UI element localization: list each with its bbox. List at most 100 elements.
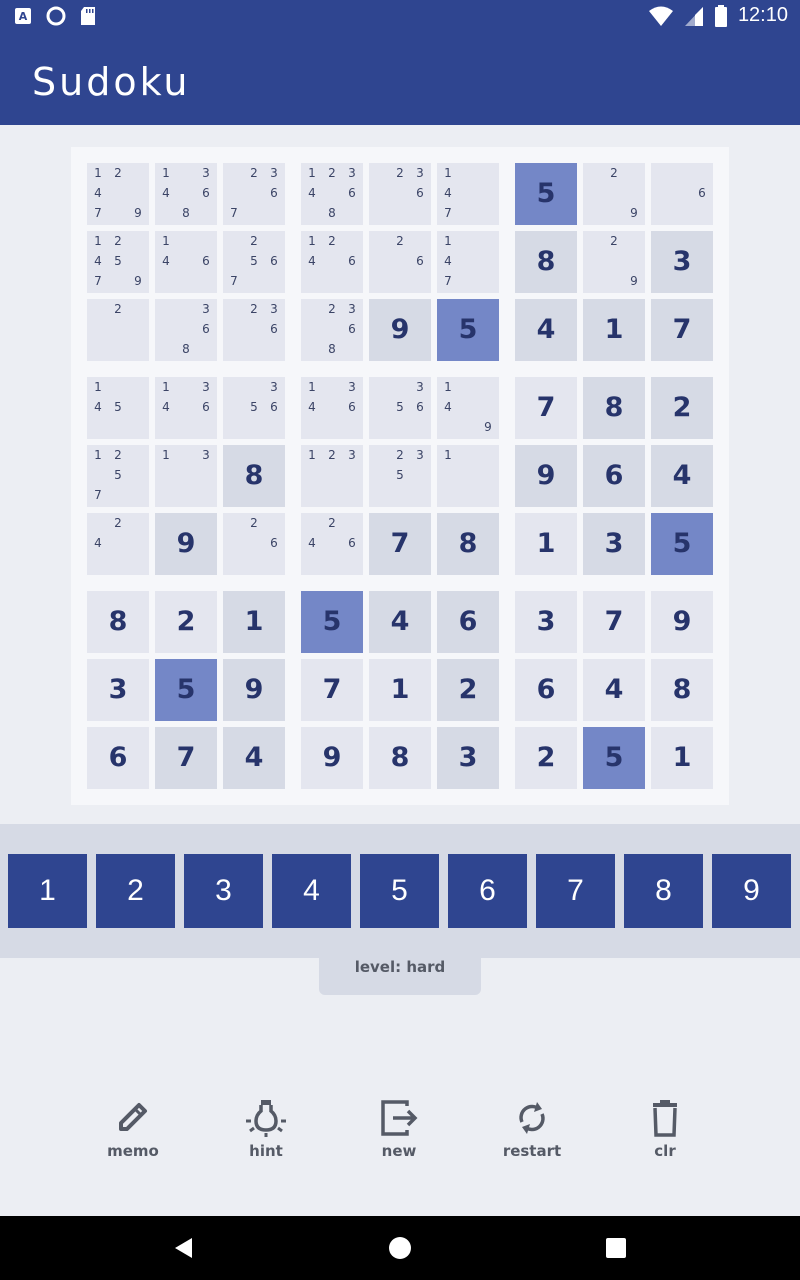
cell-r9c6[interactable]: 3 xyxy=(437,727,499,789)
cell-r4c9[interactable]: 2 xyxy=(651,377,713,439)
cell-r2c5[interactable]: 26 xyxy=(369,231,431,293)
cell-r2c3[interactable]: 2 56 7 xyxy=(223,231,285,293)
cell-r1c8[interactable]: 29 xyxy=(583,163,645,225)
cell-r5c5[interactable]: 235 xyxy=(369,445,431,507)
cell-r3c1[interactable]: 2 xyxy=(87,299,149,361)
cell-r6c6[interactable]: 8 xyxy=(437,513,499,575)
cell-r8c7[interactable]: 6 xyxy=(515,659,577,721)
cell-r7c2[interactable]: 2 xyxy=(155,591,217,653)
cell-r3c2[interactable]: 3 68 xyxy=(155,299,217,361)
number-button-5[interactable]: 5 xyxy=(360,854,439,928)
cell-r1c4[interactable]: 123 4 68 xyxy=(301,163,363,225)
cell-r5c1[interactable]: 12 57 xyxy=(87,445,149,507)
back-icon[interactable] xyxy=(168,1232,200,1264)
cell-r4c7[interactable]: 7 xyxy=(515,377,577,439)
cell-r8c3[interactable]: 9 xyxy=(223,659,285,721)
cell-r2c9[interactable]: 3 xyxy=(651,231,713,293)
cell-r2c2[interactable]: 1 4 6 xyxy=(155,231,217,293)
cell-r9c2[interactable]: 7 xyxy=(155,727,217,789)
cell-r9c4[interactable]: 9 xyxy=(301,727,363,789)
cell-r1c7[interactable]: 5 xyxy=(515,163,577,225)
clear-button[interactable]: clr xyxy=(615,1098,715,1178)
cell-r8c6[interactable]: 2 xyxy=(437,659,499,721)
cell-r9c3[interactable]: 4 xyxy=(223,727,285,789)
cell-r4c1[interactable]: 1 45 xyxy=(87,377,149,439)
cell-r4c3[interactable]: 356 xyxy=(223,377,285,439)
cell-r3c5[interactable]: 9 xyxy=(369,299,431,361)
cell-r3c6[interactable]: 5 xyxy=(437,299,499,361)
cell-r2c1[interactable]: 12457 9 xyxy=(87,231,149,293)
cell-r8c4[interactable]: 7 xyxy=(301,659,363,721)
cell-r7c7[interactable]: 3 xyxy=(515,591,577,653)
memo-candidate: 9 xyxy=(630,206,638,220)
number-button-6[interactable]: 6 xyxy=(448,854,527,928)
cell-r8c1[interactable]: 3 xyxy=(87,659,149,721)
memo-candidate: 5 xyxy=(250,254,258,268)
home-icon[interactable] xyxy=(384,1232,416,1264)
restart-button[interactable]: restart xyxy=(482,1098,582,1178)
cell-r5c8[interactable]: 6 xyxy=(583,445,645,507)
cell-r6c5[interactable]: 7 xyxy=(369,513,431,575)
cell-r4c4[interactable]: 1 3 4 6 xyxy=(301,377,363,439)
hint-button[interactable]: hint xyxy=(216,1098,316,1178)
cell-r4c2[interactable]: 1 3 4 6 xyxy=(155,377,217,439)
number-button-7[interactable]: 7 xyxy=(536,854,615,928)
cell-r5c9[interactable]: 4 xyxy=(651,445,713,507)
new-game-button[interactable]: new xyxy=(349,1098,449,1178)
cell-r3c7[interactable]: 4 xyxy=(515,299,577,361)
number-button-4[interactable]: 4 xyxy=(272,854,351,928)
cell-r4c5[interactable]: 356 xyxy=(369,377,431,439)
cell-r1c1[interactable]: 124 7 9 xyxy=(87,163,149,225)
cell-r5c4[interactable]: 123 xyxy=(301,445,363,507)
number-button-9[interactable]: 9 xyxy=(712,854,791,928)
memo-button[interactable]: memo xyxy=(83,1098,183,1178)
cell-r3c9[interactable]: 7 xyxy=(651,299,713,361)
number-button-1[interactable]: 1 xyxy=(8,854,87,928)
cell-r9c7[interactable]: 2 xyxy=(515,727,577,789)
cell-r6c8[interactable]: 3 xyxy=(583,513,645,575)
cell-r3c8[interactable]: 1 xyxy=(583,299,645,361)
number-button-3[interactable]: 3 xyxy=(184,854,263,928)
cell-r2c6[interactable]: 1 4 7 xyxy=(437,231,499,293)
cell-r5c6[interactable]: 1 xyxy=(437,445,499,507)
cell-r8c5[interactable]: 1 xyxy=(369,659,431,721)
cell-r8c2[interactable]: 5 xyxy=(155,659,217,721)
cell-r3c4[interactable]: 23 68 xyxy=(301,299,363,361)
cell-r2c8[interactable]: 29 xyxy=(583,231,645,293)
cell-r7c8[interactable]: 7 xyxy=(583,591,645,653)
cell-r6c9[interactable]: 5 xyxy=(651,513,713,575)
cell-r2c7[interactable]: 8 xyxy=(515,231,577,293)
cell-r7c3[interactable]: 1 xyxy=(223,591,285,653)
cell-r7c4[interactable]: 5 xyxy=(301,591,363,653)
cell-r1c6[interactable]: 1 4 7 xyxy=(437,163,499,225)
cell-r1c5[interactable]: 23 6 xyxy=(369,163,431,225)
cell-r7c1[interactable]: 8 xyxy=(87,591,149,653)
cell-r8c8[interactable]: 4 xyxy=(583,659,645,721)
number-button-2[interactable]: 2 xyxy=(96,854,175,928)
cell-r9c5[interactable]: 8 xyxy=(369,727,431,789)
cell-r5c2[interactable]: 13 xyxy=(155,445,217,507)
cell-r6c4[interactable]: 24 6 xyxy=(301,513,363,575)
cell-r1c3[interactable]: 23 6 7 xyxy=(223,163,285,225)
cell-r9c9[interactable]: 1 xyxy=(651,727,713,789)
cell-r6c1[interactable]: 24 xyxy=(87,513,149,575)
cell-r4c8[interactable]: 8 xyxy=(583,377,645,439)
cell-r2c4[interactable]: 124 6 xyxy=(301,231,363,293)
cell-r4c6[interactable]: 1 4 9 xyxy=(437,377,499,439)
cell-r8c9[interactable]: 8 xyxy=(651,659,713,721)
cell-r1c2[interactable]: 1 3 4 68 xyxy=(155,163,217,225)
recents-icon[interactable] xyxy=(600,1232,632,1264)
number-button-8[interactable]: 8 xyxy=(624,854,703,928)
cell-r9c8[interactable]: 5 xyxy=(583,727,645,789)
cell-r7c9[interactable]: 9 xyxy=(651,591,713,653)
cell-r7c6[interactable]: 6 xyxy=(437,591,499,653)
cell-r5c3[interactable]: 8 xyxy=(223,445,285,507)
cell-r5c7[interactable]: 9 xyxy=(515,445,577,507)
cell-r6c2[interactable]: 9 xyxy=(155,513,217,575)
cell-r1c9[interactable]: 6 xyxy=(651,163,713,225)
cell-r6c7[interactable]: 1 xyxy=(515,513,577,575)
cell-r7c5[interactable]: 4 xyxy=(369,591,431,653)
cell-r9c1[interactable]: 6 xyxy=(87,727,149,789)
cell-r6c3[interactable]: 26 xyxy=(223,513,285,575)
cell-r3c3[interactable]: 23 6 xyxy=(223,299,285,361)
